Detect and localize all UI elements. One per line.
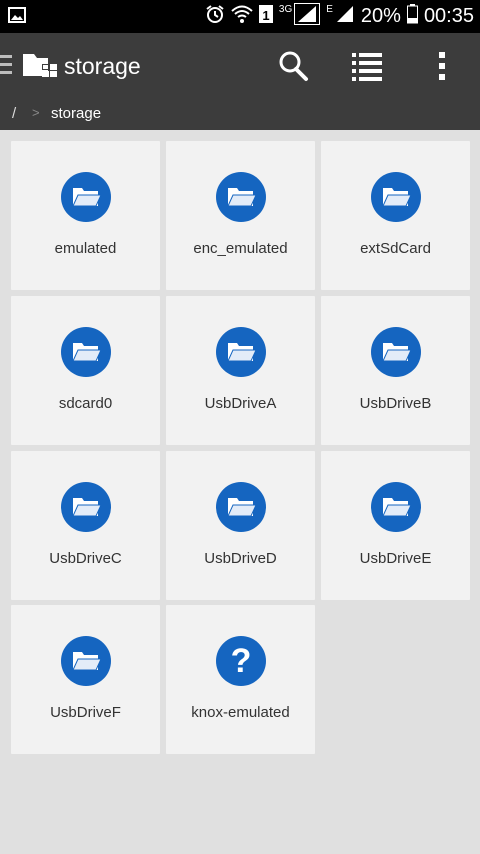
grid-item[interactable]: UsbDriveF: [11, 605, 160, 754]
clock: 00:35: [423, 5, 474, 27]
search-icon: [279, 51, 308, 81]
grid-item-label: UsbDriveB: [359, 395, 432, 412]
list-view-icon: [352, 53, 382, 81]
menu-drawer-icon[interactable]: [0, 55, 12, 77]
breadcrumb-separator: >: [32, 105, 40, 120]
folder-icon: [371, 172, 421, 222]
network-type-badge: 3G: [278, 4, 293, 15]
list-view-button[interactable]: [349, 48, 385, 84]
overflow-menu-button[interactable]: [424, 48, 460, 84]
folder-icon: [61, 482, 111, 532]
grid-item-label: UsbDriveD: [204, 550, 277, 567]
battery-percent: 20%: [360, 5, 401, 27]
sim-icon: 1: [258, 4, 273, 29]
grid-item[interactable]: sdcard0: [11, 296, 160, 445]
grid-item[interactable]: UsbDriveC: [11, 451, 160, 600]
wifi-icon: [231, 4, 253, 29]
grid-item[interactable]: extSdCard: [321, 141, 470, 290]
grid-item-label: UsbDriveA: [204, 395, 277, 412]
grid-item[interactable]: enc_emulated: [166, 141, 315, 290]
folder-icon: [61, 636, 111, 686]
folder-icon: [216, 482, 266, 532]
toolbar-title: storage: [64, 53, 141, 79]
grid-item[interactable]: UsbDriveB: [321, 296, 470, 445]
folder-icon: [216, 172, 266, 222]
folder-icon: [216, 327, 266, 377]
breadcrumb-current[interactable]: storage: [51, 105, 101, 122]
grid-item-label: extSdCard: [360, 240, 431, 257]
status-bar: 1 3G E 20% 00:35: [0, 0, 480, 33]
alarm-icon: [205, 4, 225, 29]
svg-text:1: 1: [262, 8, 269, 23]
grid-item[interactable]: emulated: [11, 141, 160, 290]
grid-item-label: knox-emulated: [191, 704, 290, 721]
search-button[interactable]: [275, 48, 311, 84]
grid-item[interactable]: UsbDriveA: [166, 296, 315, 445]
grid-item-label: sdcard0: [58, 395, 113, 412]
grid-item-label: UsbDriveE: [359, 550, 432, 567]
grid-item[interactable]: UsbDriveD: [166, 451, 315, 600]
signal-icon: [294, 3, 321, 30]
grid-item-label: emulated: [54, 240, 117, 257]
data-type-badge: E: [326, 4, 333, 15]
grid-item-label: UsbDriveF: [50, 704, 121, 721]
grid-item-label: UsbDriveC: [49, 550, 122, 567]
grid-item[interactable]: UsbDriveE: [321, 451, 470, 600]
more-vert-icon: [439, 52, 445, 80]
folder-icon: [61, 327, 111, 377]
question-icon: ?: [216, 636, 266, 686]
storage-folder-icon: [22, 50, 58, 85]
grid-item[interactable]: ? knox-emulated: [166, 605, 315, 754]
gallery-notification-icon: [8, 6, 26, 29]
breadcrumb: / > storage: [0, 99, 480, 130]
grid-item-label: enc_emulated: [193, 240, 288, 257]
breadcrumb-root[interactable]: /: [12, 105, 16, 122]
folder-icon: [371, 327, 421, 377]
folder-icon: [61, 172, 111, 222]
file-grid: emulated enc_emulated extSdCard sdcard0 …: [0, 130, 480, 854]
folder-icon: [371, 482, 421, 532]
toolbar: storage: [0, 33, 480, 99]
battery-icon: [406, 4, 418, 29]
signal-icon-2: [335, 4, 355, 29]
